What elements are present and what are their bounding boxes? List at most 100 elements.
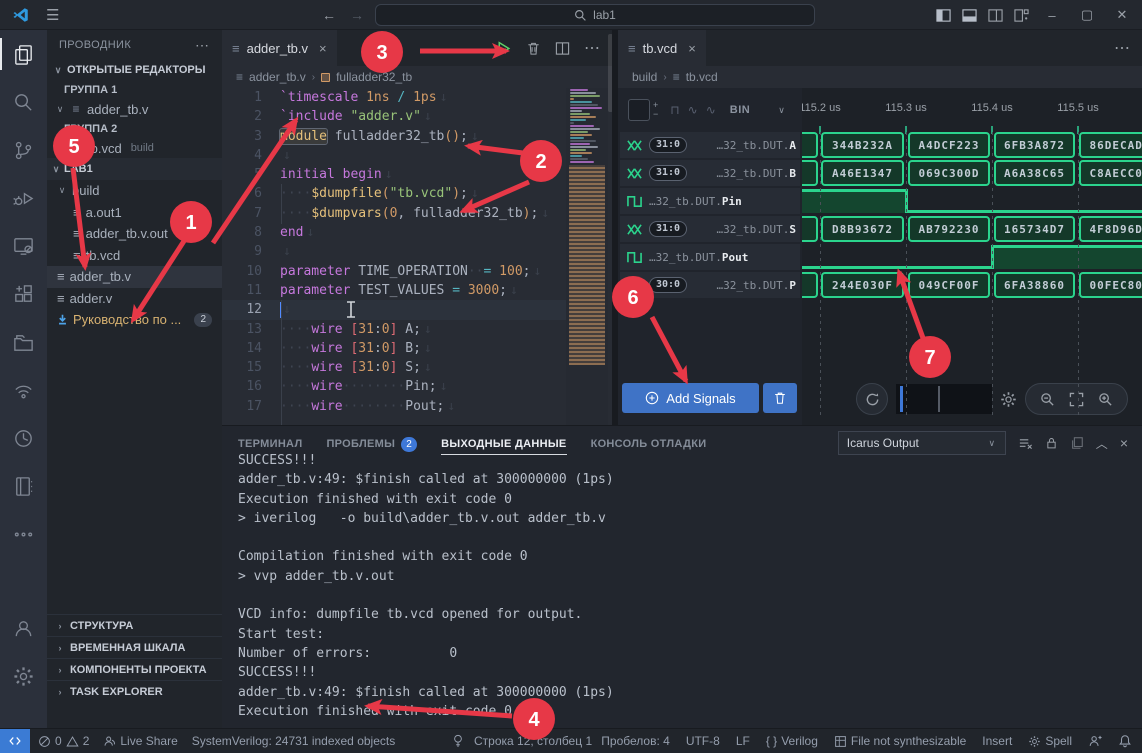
insert-mode-status[interactable]: Insert: [982, 734, 1012, 748]
minimize-button[interactable]: –: [1040, 8, 1064, 23]
timing-icon[interactable]: [0, 414, 47, 462]
menu-icon[interactable]: ☰: [46, 6, 59, 24]
panel-tab-терминал[interactable]: ТЕРМИНАЛ: [238, 438, 302, 450]
code-line[interactable]: 8end↓: [222, 223, 566, 242]
signal-row-B[interactable]: 31:0…32_tb.DUT.B: [620, 160, 800, 186]
toggle-sidebar-icon[interactable]: [936, 8, 951, 23]
toggle-secondary-sidebar-icon[interactable]: [988, 8, 1003, 23]
scrub-cursor[interactable]: [900, 386, 903, 412]
trash-icon[interactable]: [526, 41, 541, 56]
source-control-icon[interactable]: [0, 126, 47, 174]
sine2-icon[interactable]: ∿: [706, 103, 716, 117]
code-line[interactable]: 7····$dumpvars(0, fulladder32_tb);↓: [222, 204, 566, 223]
tree-item-adder.v[interactable]: ≡adder.v: [47, 288, 222, 310]
tree-item-adder_tb.v[interactable]: ≡adder_tb.v: [47, 266, 222, 288]
encoding-status[interactable]: UTF-8: [686, 734, 720, 748]
code-line[interactable]: 9↓: [222, 242, 566, 261]
gear-icon[interactable]: [1000, 391, 1017, 408]
command-center-search[interactable]: lab1: [375, 4, 815, 26]
zoom-in-icon[interactable]: [1098, 392, 1113, 407]
close-button[interactable]: ✕: [1110, 7, 1134, 23]
signal-row-Pout[interactable]: …32_tb.DUT.Pout: [620, 244, 800, 270]
refresh-button[interactable]: [856, 383, 888, 415]
panel-tab-консоль-отладки[interactable]: КОНСОЛЬ ОТЛАДКИ: [591, 438, 707, 450]
account-icon[interactable]: [0, 604, 47, 652]
zoom-fit-icon[interactable]: [1069, 392, 1084, 407]
open-editors-header[interactable]: ∨ ОТКРЫТЫЕ РЕДАКТОРЫ: [47, 60, 222, 80]
indent-status[interactable]: Пробелов: 4: [601, 734, 670, 748]
settings-icon[interactable]: [0, 652, 47, 700]
extensions-icon[interactable]: [0, 270, 47, 318]
language-status[interactable]: { }Verilog: [766, 734, 818, 748]
code-line[interactable]: 5initial begin↓: [222, 165, 566, 184]
code-line[interactable]: 12↓: [222, 300, 566, 319]
signal-row-A[interactable]: 31:0…32_tb.DUT.A: [620, 132, 800, 158]
open-editor-item[interactable]: ≡tb.vcdbuild: [47, 138, 222, 158]
close-tab-icon[interactable]: ×: [688, 41, 696, 56]
code-line[interactable]: 2`include "adder.v"↓: [222, 107, 566, 126]
chevron-down-icon[interactable]: ∨: [778, 105, 785, 116]
nav-back-icon[interactable]: ←: [322, 7, 336, 23]
synthesizable-status[interactable]: File not synthesizable: [834, 734, 966, 748]
signal-row-Pin[interactable]: …32_tb.DUT.Pin: [620, 188, 800, 214]
code-line[interactable]: 6····$dumpfile("tb.vcd");↓: [222, 184, 566, 203]
pulse-icon[interactable]: ⊓: [670, 103, 679, 117]
time-scrubber[interactable]: [896, 384, 992, 414]
format-select[interactable]: BIN: [730, 104, 750, 116]
eol-status[interactable]: LF: [736, 734, 750, 748]
remove-signals-button[interactable]: [763, 383, 797, 413]
feedback-person-icon[interactable]: [1088, 734, 1102, 748]
tab-tb-vcd[interactable]: ≡ tb.vcd ×: [618, 30, 706, 66]
code-line[interactable]: 1`timescale 1ns / 1ps↓: [222, 88, 566, 107]
code-line[interactable]: 15····wire [31:0] S;↓: [222, 358, 566, 377]
code-line[interactable]: 13····wire [31:0] A;↓: [222, 320, 566, 339]
signal-row-P[interactable]: 30:0…32_tb.DUT.P: [620, 272, 800, 298]
more-icon[interactable]: [0, 510, 47, 558]
open-in-editor-icon[interactable]: [1070, 436, 1084, 450]
live-share-status[interactable]: Live Share: [103, 734, 177, 748]
maximize-panel-icon[interactable]: ︿: [1096, 435, 1108, 452]
lock-icon[interactable]: [1045, 436, 1058, 450]
editor-more-icon[interactable]: ⋯: [1114, 38, 1130, 58]
workspace-root[interactable]: ∨ LAB1: [47, 158, 222, 180]
sidebar-section-компоненты-проекта[interactable]: ›КОМПОНЕНТЫ ПРОЕКТА: [47, 658, 222, 680]
bell-icon[interactable]: [1118, 734, 1132, 748]
search-icon[interactable]: [0, 78, 47, 126]
tree-item-adder_tb.v.out[interactable]: ≡adder_tb.v.out: [47, 223, 222, 245]
clear-output-icon[interactable]: [1018, 436, 1033, 451]
run-debug-icon[interactable]: [0, 174, 47, 222]
wave-breadcrumb[interactable]: build › ≡ tb.vcd: [618, 66, 1142, 88]
tree-item-a.out1[interactable]: ≡a.out1: [47, 202, 222, 224]
signal-row-S[interactable]: 31:0…32_tb.DUT.S: [620, 216, 800, 242]
sidebar-section-временная-шкала[interactable]: ›ВРЕМЕННАЯ ШКАЛА: [47, 636, 222, 658]
breadcrumb[interactable]: ≡ adder_tb.v › fulladder32_tb: [222, 66, 612, 88]
wave-swatch-box[interactable]: [628, 99, 650, 121]
code-line[interactable]: 17····wire········Pout;↓: [222, 397, 566, 416]
minimap[interactable]: [566, 88, 608, 425]
close-panel-icon[interactable]: ×: [1120, 435, 1128, 451]
code-line[interactable]: 4↓: [222, 146, 566, 165]
run-button[interactable]: [495, 40, 512, 57]
code-line[interactable]: 3module fulladder32_tb();↓: [222, 127, 566, 146]
close-tab-icon[interactable]: ×: [319, 41, 327, 56]
split-editor-icon[interactable]: [555, 41, 570, 56]
sidebar-section-task-explorer[interactable]: ›TASK EXPLORER: [47, 680, 222, 702]
indexing-icon[interactable]: [452, 734, 464, 748]
add-signals-button[interactable]: Add Signals: [622, 383, 759, 413]
panel-tab-проблемы[interactable]: ПРОБЛЕМЫ2: [326, 437, 417, 452]
remote-explorer-icon[interactable]: [0, 222, 47, 270]
minus-icon[interactable]: −: [653, 110, 658, 119]
wave-plot-area[interactable]: 115.2 us115.3 us115.4 us115.5 us 344B232…: [802, 88, 1142, 425]
notebook-icon[interactable]: [0, 462, 47, 510]
code-line[interactable]: 16····wire········Pin;↓: [222, 377, 566, 396]
spell-status[interactable]: Spell: [1028, 734, 1072, 748]
sidebar-section-структура[interactable]: ›СТРУКТУРА: [47, 614, 222, 636]
explorer-icon[interactable]: [0, 30, 47, 78]
maximize-button[interactable]: ▢: [1075, 7, 1099, 23]
toggle-panel-icon[interactable]: [962, 8, 977, 23]
editor-more-icon[interactable]: ⋯: [584, 38, 600, 58]
esp-idf-icon[interactable]: [0, 366, 47, 414]
nav-forward-icon[interactable]: →: [350, 7, 364, 23]
customize-layout-icon[interactable]: [1014, 8, 1029, 23]
cursor-position-status[interactable]: Строка 12, столбец 1: [474, 734, 592, 748]
